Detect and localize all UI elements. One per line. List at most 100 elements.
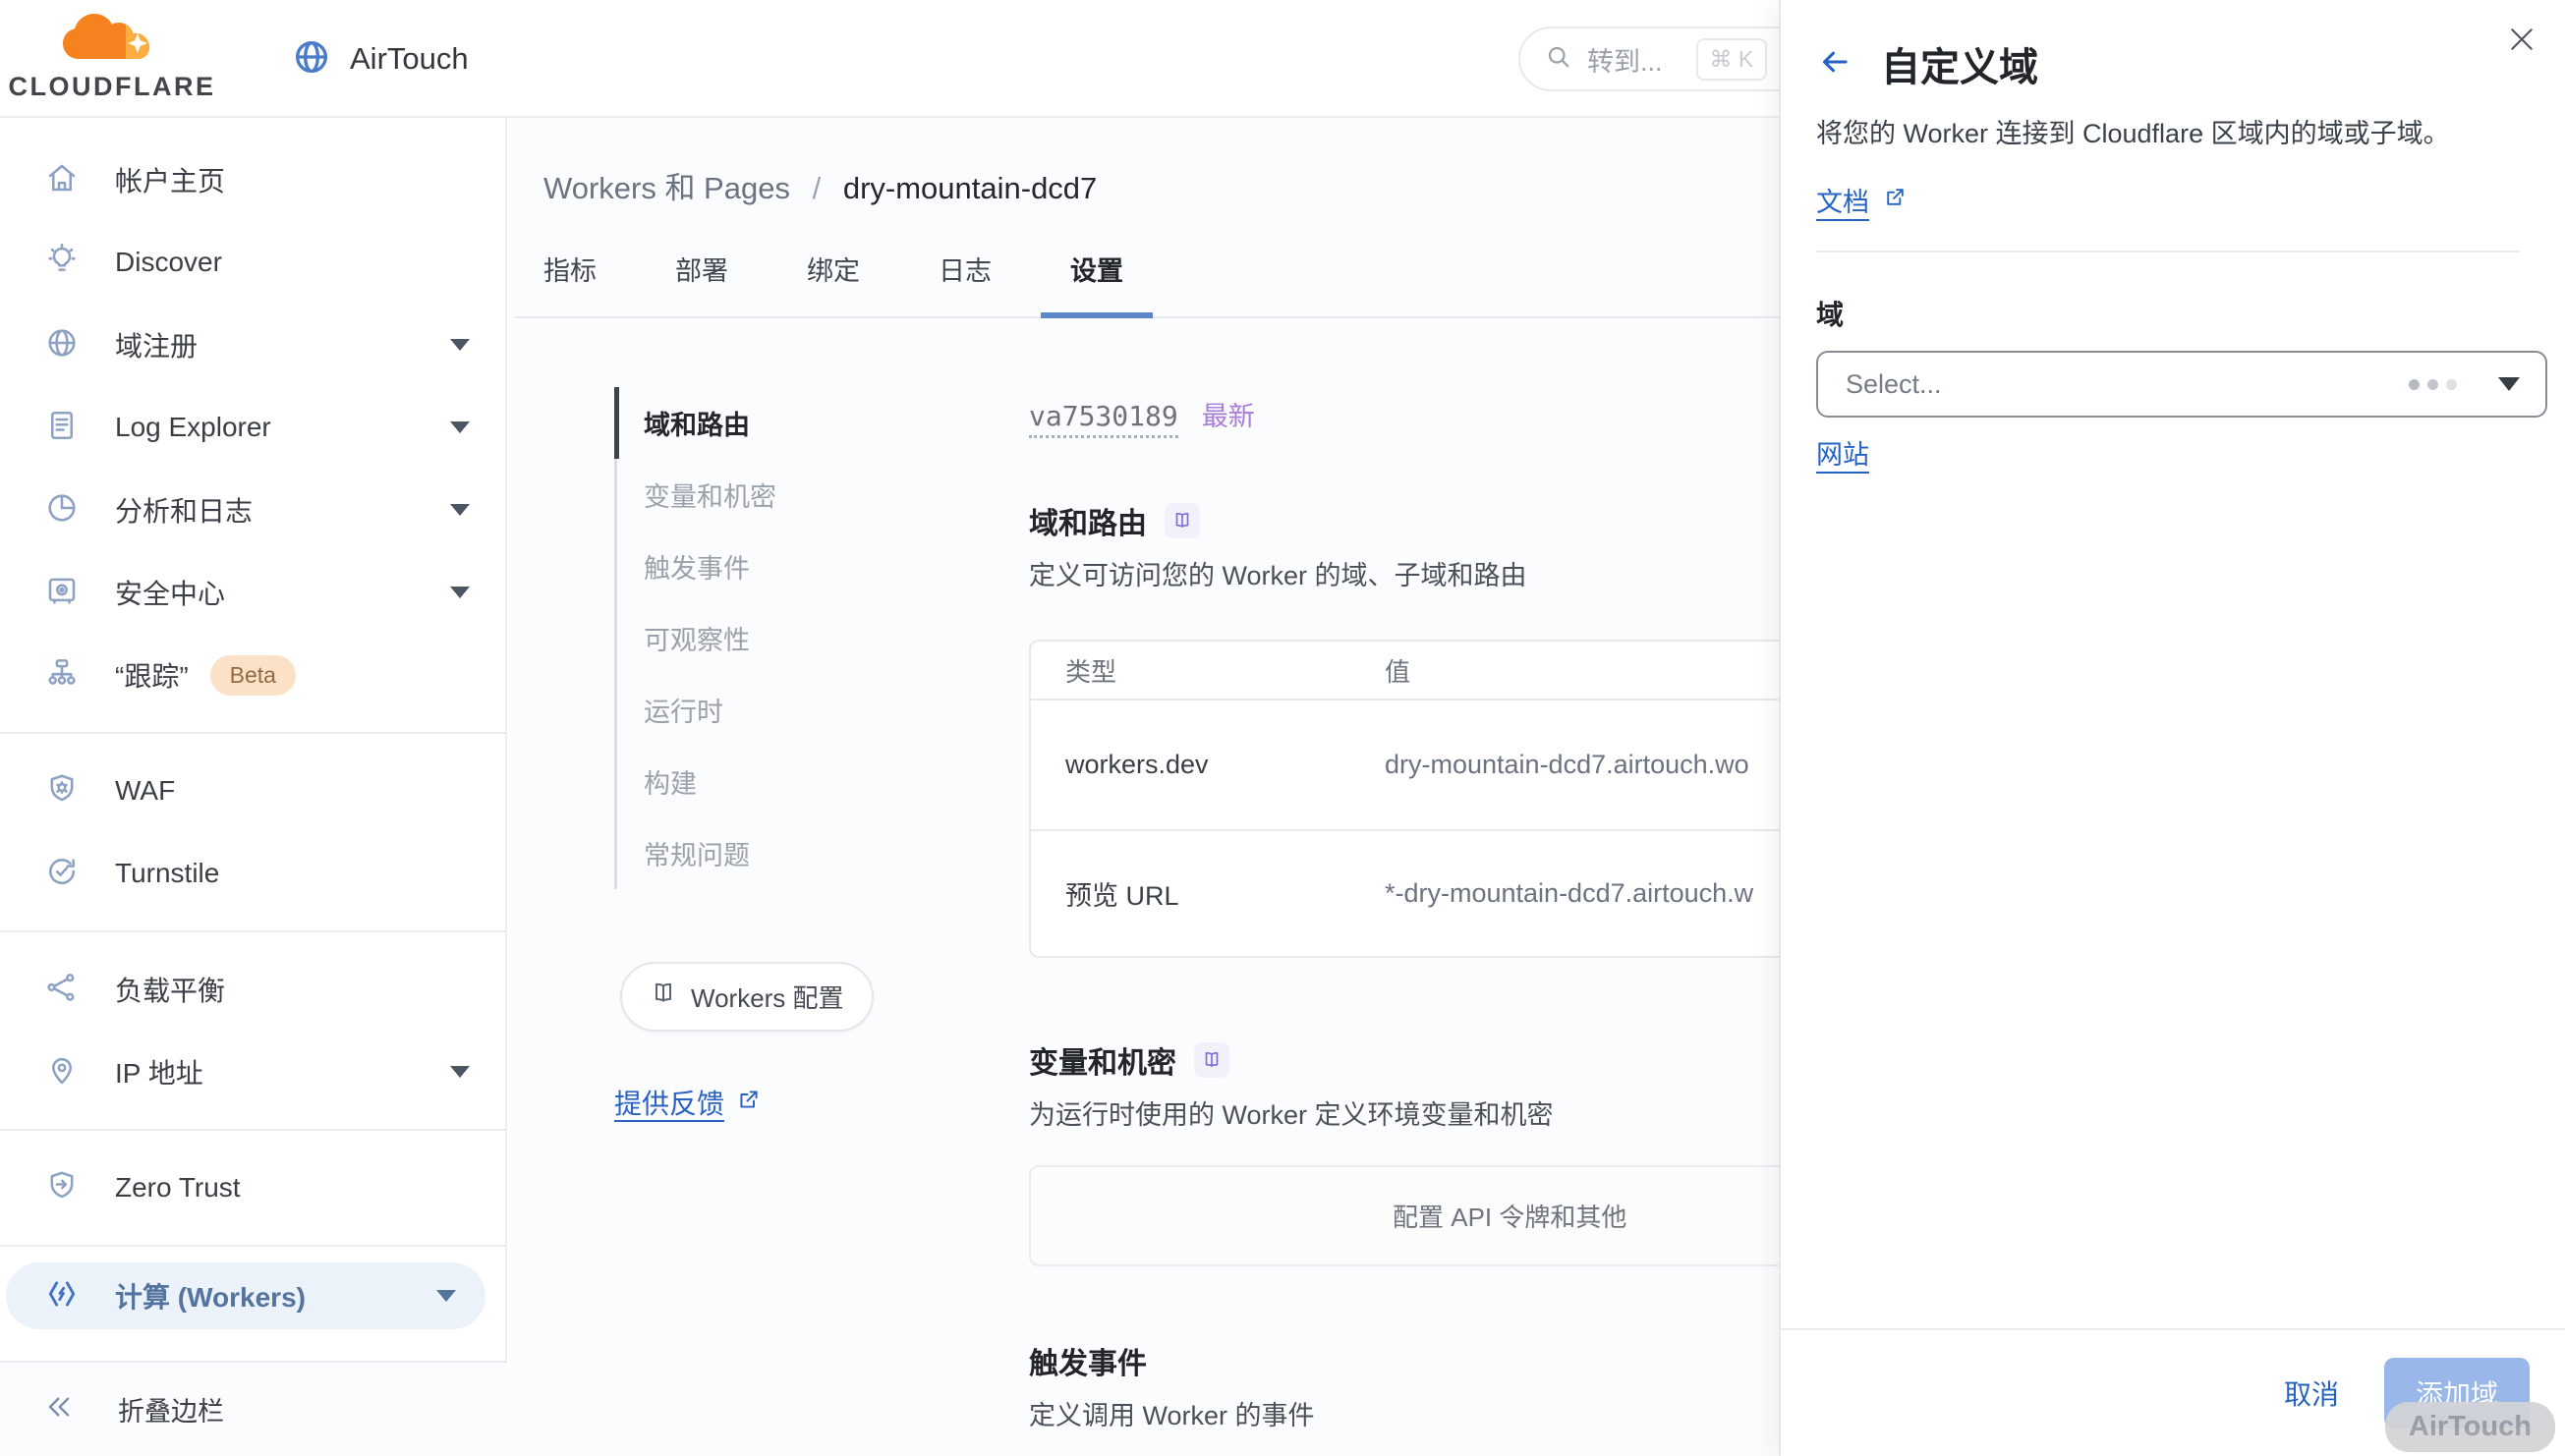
sidebar-item-discover[interactable]: Discover xyxy=(0,221,505,304)
sidebar-item-label: 分析和日志 xyxy=(115,490,253,530)
safe-icon xyxy=(44,573,80,613)
select-placeholder: Select... xyxy=(1846,369,1942,400)
settings-nav-observability[interactable]: 可观察性 xyxy=(617,602,1029,674)
globe-icon xyxy=(44,325,80,365)
brand-name: CLOUDFLARE xyxy=(9,72,216,102)
external-link-icon xyxy=(1883,185,1908,216)
settings-nav: 域和路由 变量和机密 触发事件 可观察性 运行时 构建 常规问题 xyxy=(614,387,1029,889)
book-icon[interactable] xyxy=(1194,1042,1229,1078)
cancel-button[interactable]: 取消 xyxy=(2284,1373,2339,1413)
tab-bindings[interactable]: 绑定 xyxy=(777,254,889,318)
sidebar-item-turnstile[interactable]: Turnstile xyxy=(0,832,505,915)
airtouch-watermark: AirTouch xyxy=(2385,1402,2555,1452)
sidebar-item-compute-workers[interactable]: 计算 (Workers) xyxy=(6,1262,485,1329)
docs-link[interactable]: 文档 xyxy=(1816,181,1908,219)
sidebar-item-label: Zero Trust xyxy=(115,1172,241,1204)
latest-badge: 最新 xyxy=(1202,395,1255,433)
book-icon xyxy=(650,980,677,1014)
pie-chart-icon xyxy=(44,490,80,531)
log-document-icon xyxy=(44,408,80,448)
sidebar-item-domain-registration[interactable]: 域注册 xyxy=(0,304,505,386)
close-icon[interactable] xyxy=(2504,22,2539,62)
settings-left-column: 域和路由 变量和机密 触发事件 可观察性 运行时 构建 常规问题 Workers… xyxy=(543,387,1029,1456)
panel-description: 将您的 Worker 连接到 Cloudflare 区域内的域或子域。 xyxy=(1816,114,2520,153)
search-icon xyxy=(1544,42,1573,77)
settings-nav-runtime[interactable]: 运行时 xyxy=(617,674,1029,746)
chevron-down-icon xyxy=(436,1290,456,1302)
tab-logs[interactable]: 日志 xyxy=(909,254,1021,318)
section-title: 触发事件 xyxy=(1029,1339,1147,1382)
sidebar-item-zero-trust[interactable]: Zero Trust xyxy=(0,1147,505,1229)
variables-empty-text: 配置 API 令牌和其他 xyxy=(1393,1198,1626,1234)
settings-nav-domains-routes[interactable]: 域和路由 xyxy=(617,387,1029,459)
sidebar-item-security-center[interactable]: 安全中心 xyxy=(0,551,505,634)
cloudflare-logo[interactable]: CLOUDFLARE xyxy=(29,10,195,102)
workers-config-label: Workers 配置 xyxy=(691,979,844,1015)
settings-nav-variables-secrets[interactable]: 变量和机密 xyxy=(617,459,1029,531)
settings-nav-build[interactable]: 构建 xyxy=(617,746,1029,817)
zone-link[interactable]: 网站 xyxy=(1816,433,1869,472)
feedback-label: 提供反馈 xyxy=(614,1083,724,1122)
map-pin-icon xyxy=(44,1052,80,1092)
chevron-down-icon xyxy=(450,1066,470,1078)
arrow-left-icon[interactable] xyxy=(1816,43,1853,85)
tab-settings[interactable]: 设置 xyxy=(1041,254,1153,318)
external-link-icon xyxy=(736,1087,762,1119)
turnstile-icon xyxy=(44,854,80,894)
row-type: 预览 URL xyxy=(1031,874,1385,913)
sidebar: 帐户主页 Discover 域注册 Log Explorer 分析和日志 xyxy=(0,118,507,1456)
sidebar-item-label: 域注册 xyxy=(115,325,198,364)
chevron-down-icon xyxy=(2498,377,2520,391)
sidebar-item-label: IP 地址 xyxy=(115,1052,203,1092)
sidebar-item-label: WAF xyxy=(115,775,175,807)
row-type: workers.dev xyxy=(1031,750,1385,780)
loading-dots-icon xyxy=(2409,379,2457,390)
sidebar-item-trace[interactable]: “跟踪” Beta xyxy=(0,634,505,716)
chevron-down-icon xyxy=(450,587,470,598)
settings-nav-triggers[interactable]: 触发事件 xyxy=(617,531,1029,602)
globe-icon xyxy=(291,36,332,83)
collapse-sidebar-label: 折叠边栏 xyxy=(118,1390,224,1428)
panel-title: 自定义域 xyxy=(1881,35,2038,92)
section-title: 变量和机密 xyxy=(1029,1038,1176,1082)
sidebar-item-waf[interactable]: WAF xyxy=(0,750,505,832)
global-search[interactable]: 转到... ⌘ K xyxy=(1518,27,1813,91)
sidebar-item-analytics-logs[interactable]: 分析和日志 xyxy=(0,469,505,551)
trace-icon xyxy=(44,655,80,696)
workers-config-button[interactable]: Workers 配置 xyxy=(620,962,874,1032)
sidebar-item-account-home[interactable]: 帐户主页 xyxy=(0,139,505,221)
load-balancer-icon xyxy=(44,970,80,1010)
sidebar-divider xyxy=(0,930,505,932)
version-id[interactable]: va7530189 xyxy=(1029,400,1178,438)
sidebar-item-label: Turnstile xyxy=(115,858,219,889)
sidebar-item-ip-addresses[interactable]: IP 地址 xyxy=(0,1031,505,1113)
search-placeholder: 转到... xyxy=(1587,40,1663,79)
sidebar-item-label: Discover xyxy=(115,247,222,278)
lightbulb-icon xyxy=(44,243,80,283)
sidebar-item-load-balancing[interactable]: 负载平衡 xyxy=(0,948,505,1031)
settings-nav-general[interactable]: 常规问题 xyxy=(617,817,1029,889)
account-switcher[interactable]: AirTouch xyxy=(291,0,469,118)
domain-field-label: 域 xyxy=(1816,294,2545,333)
docs-link-label: 文档 xyxy=(1816,181,1869,219)
account-name: AirTouch xyxy=(350,41,469,77)
tab-metrics[interactable]: 指标 xyxy=(514,254,626,318)
sidebar-divider xyxy=(0,1245,505,1247)
domain-select[interactable]: Select... xyxy=(1816,351,2547,418)
double-chevron-left-icon xyxy=(41,1389,77,1429)
collapse-sidebar-button[interactable]: 折叠边栏 xyxy=(0,1361,507,1456)
sidebar-item-log-explorer[interactable]: Log Explorer xyxy=(0,386,505,469)
breadcrumb-parent[interactable]: Workers 和 Pages xyxy=(543,171,790,205)
breadcrumb-current: dry-mountain-dcd7 xyxy=(843,171,1097,205)
sidebar-nav: 帐户主页 Discover 域注册 Log Explorer 分析和日志 xyxy=(0,118,505,1329)
shield-arrow-icon xyxy=(44,1168,80,1208)
chevron-down-icon xyxy=(450,504,470,516)
sidebar-divider xyxy=(0,732,505,734)
tab-deployments[interactable]: 部署 xyxy=(646,254,758,318)
shield-gear-icon xyxy=(44,771,80,812)
feedback-link[interactable]: 提供反馈 xyxy=(614,1083,762,1122)
book-icon[interactable] xyxy=(1165,503,1200,538)
custom-domain-panel: 自定义域 将您的 Worker 连接到 Cloudflare 区域内的域或子域。… xyxy=(1779,0,2565,1456)
sidebar-item-label: 帐户主页 xyxy=(115,160,225,199)
sidebar-item-label: “跟踪” xyxy=(115,655,189,695)
